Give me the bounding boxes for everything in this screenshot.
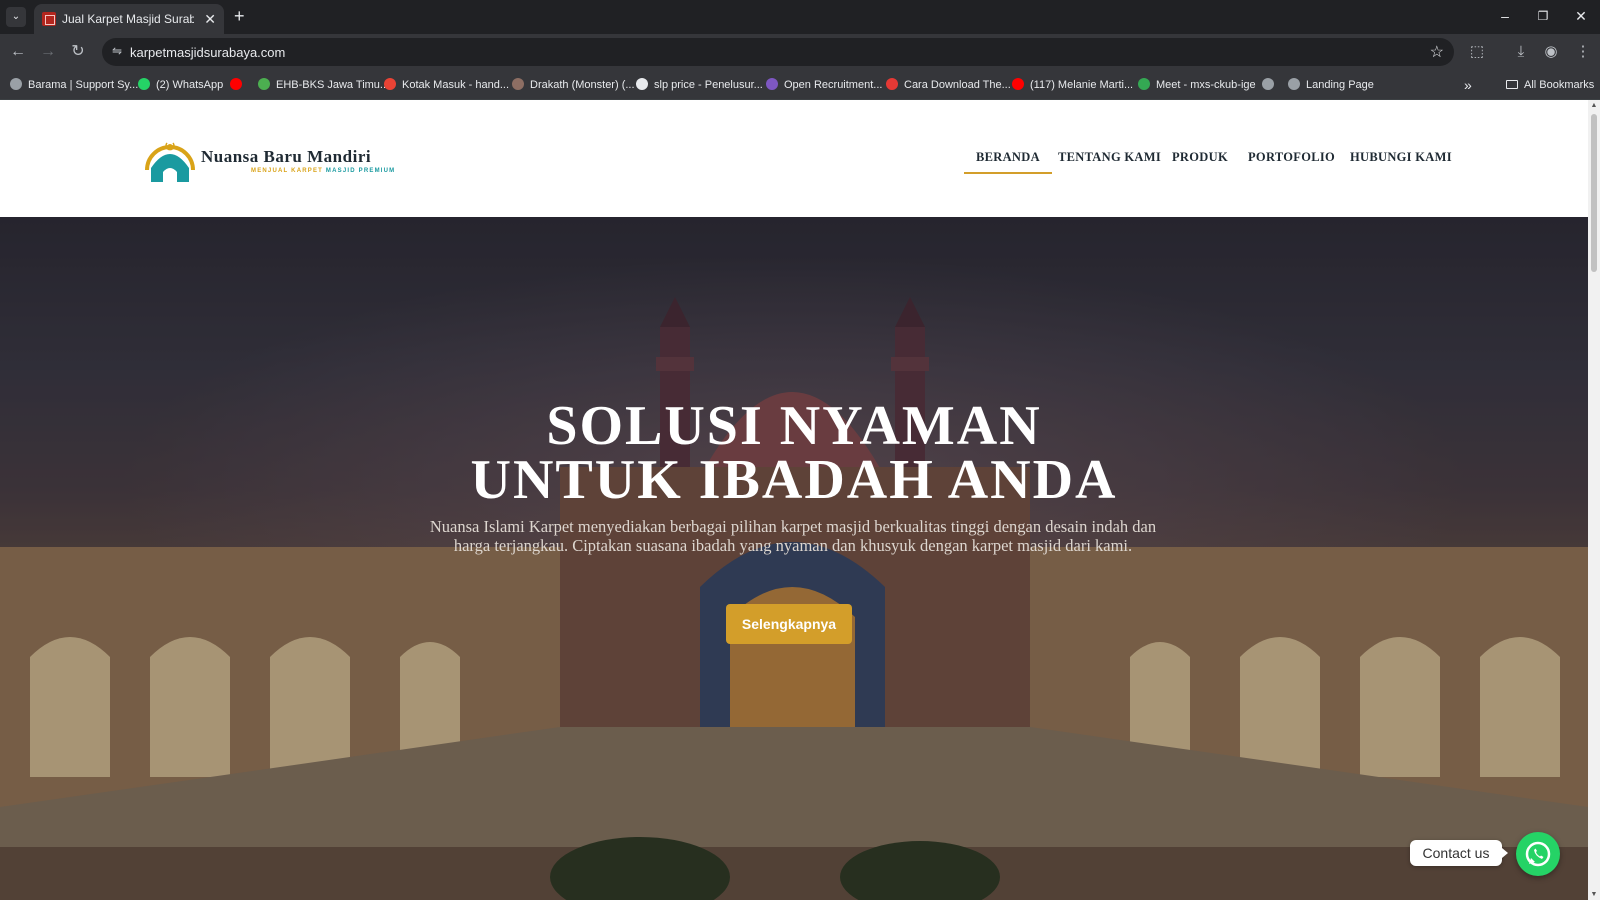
reload-button[interactable]: ↻ (68, 42, 88, 62)
download-icon[interactable]: ⤓ (1510, 42, 1532, 62)
bookmark-item[interactable]: (2) WhatsApp (138, 77, 223, 93)
google-icon (636, 78, 648, 90)
bookmark-item[interactable]: Drakath (Monster) (... (512, 77, 635, 93)
bookmark-star-icon[interactable]: ☆ (1430, 42, 1444, 62)
bookmark-item[interactable]: Meet - mxs-ckub-ige (1138, 77, 1256, 93)
close-tab-icon[interactable]: ✕ (204, 10, 216, 28)
forward-button[interactable]: → (38, 42, 58, 62)
browser-toolbar: ← → ↻ ⇋ karpetmasjidsurabaya.com ☆ ⬚ ⤓ ◉… (0, 34, 1600, 70)
forms-icon (766, 78, 778, 90)
bookmark-favicon-icon (10, 78, 22, 90)
site-info-icon[interactable]: ⇋ (112, 44, 122, 58)
scroll-up-icon[interactable]: ▲ (1590, 102, 1598, 109)
browser-tab[interactable]: Jual Karpet Masjid Surabaya - N ✕ (34, 4, 224, 34)
youtube-icon (230, 78, 242, 90)
back-button[interactable]: ← (8, 42, 28, 62)
page-scrollbar[interactable]: ▲ ▼ (1588, 100, 1600, 900)
bookmark-item[interactable]: EHB-BKS Jawa Timu... (258, 77, 389, 93)
browser-tab-bar: ⌄ Jual Karpet Masjid Surabaya - N ✕ + – … (0, 0, 1600, 34)
nav-item-tentang-kami[interactable]: TENTANG KAMI (1058, 150, 1161, 165)
bookmarks-overflow-button[interactable]: » (1464, 77, 1472, 93)
bookmark-item[interactable]: Kotak Masuk - hand... (384, 77, 509, 93)
profile-icon[interactable]: ◉ (1540, 42, 1562, 62)
nav-item-beranda[interactable]: BERANDA (976, 150, 1040, 165)
bookmark-item[interactable]: Cara Download The... (886, 77, 1011, 93)
hero-title-line-2: UNTUK IBADAH ANDA (470, 449, 1118, 511)
bookmark-item[interactable]: Barama | Support Sy... (10, 77, 138, 93)
site-header: Nuansa Baru Mandiri MENJUAL KARPET MASJI… (0, 100, 1588, 217)
bookmark-favicon-icon (258, 78, 270, 90)
all-bookmarks-button[interactable]: All Bookmarks (1506, 77, 1594, 93)
bookmarks-bar: Barama | Support Sy... (2) WhatsApp EHB-… (0, 70, 1600, 100)
restore-window-button[interactable]: ❐ (1528, 6, 1558, 26)
hero-description: Nuansa Islami Karpet menyediakan berbaga… (429, 517, 1157, 555)
bookmark-item[interactable] (1262, 77, 1280, 93)
brand-name: Nuansa Baru Mandiri (201, 147, 372, 166)
site-logo[interactable]: Nuansa Baru Mandiri MENJUAL KARPET MASJI… (141, 130, 401, 188)
bookmark-favicon-icon (886, 78, 898, 90)
bookmark-item[interactable] (230, 77, 248, 93)
tab-search-button[interactable]: ⌄ (6, 7, 26, 27)
address-bar[interactable]: ⇋ karpetmasjidsurabaya.com ☆ (102, 38, 1454, 66)
brand-tagline: MENJUAL KARPET MASJID PREMIUM (251, 168, 396, 174)
bookmark-favicon-icon (512, 78, 524, 90)
hero-title-line-1: SOLUSI NYAMAN (546, 395, 1042, 457)
youtube-icon (1012, 78, 1024, 90)
nav-item-hubungi-kami[interactable]: HUBUNGI KAMI (1350, 150, 1452, 165)
bookmark-item[interactable]: Landing Page (1288, 77, 1374, 93)
active-nav-underline (964, 172, 1052, 174)
gmail-icon (384, 78, 396, 90)
bookmark-item[interactable]: slp price - Penelusur... (636, 77, 763, 93)
globe-icon (1288, 78, 1300, 90)
meet-icon (1138, 78, 1150, 90)
extensions-icon[interactable]: ⬚ (1466, 42, 1488, 62)
bookmark-item[interactable]: (117) Melanie Marti... (1012, 77, 1133, 93)
hero-overlay (0, 217, 1588, 900)
folder-icon (1506, 80, 1518, 89)
browser-menu-icon[interactable]: ⋮ (1572, 42, 1594, 62)
bookmark-item[interactable]: Open Recruitment... (766, 77, 882, 93)
globe-icon (1262, 78, 1274, 90)
site-favicon-icon (42, 12, 56, 26)
scrollbar-thumb[interactable] (1591, 114, 1597, 272)
minimize-window-button[interactable]: – (1490, 6, 1520, 26)
nav-item-portofolio[interactable]: PORTOFOLIO (1248, 150, 1335, 165)
nav-item-produk[interactable]: PRODUK (1172, 150, 1228, 165)
hero-section: SOLUSI NYAMAN UNTUK IBADAH ANDA Nuansa I… (0, 217, 1588, 900)
new-tab-button[interactable]: + (234, 6, 245, 26)
scroll-down-icon[interactable]: ▼ (1590, 891, 1598, 898)
page-viewport: Nuansa Baru Mandiri MENJUAL KARPET MASJI… (0, 100, 1588, 900)
whatsapp-icon (138, 78, 150, 90)
whatsapp-icon (1525, 841, 1551, 867)
url-text[interactable]: karpetmasjidsurabaya.com (130, 45, 285, 60)
mosque-logo-icon (145, 142, 195, 182)
selengkapnya-button[interactable]: Selengkapnya (726, 604, 852, 644)
tab-title: Jual Karpet Masjid Surabaya - N (62, 12, 194, 26)
contact-us-label[interactable]: Contact us (1410, 840, 1508, 866)
close-window-button[interactable]: ✕ (1566, 6, 1596, 26)
whatsapp-chat-button[interactable] (1516, 832, 1560, 876)
